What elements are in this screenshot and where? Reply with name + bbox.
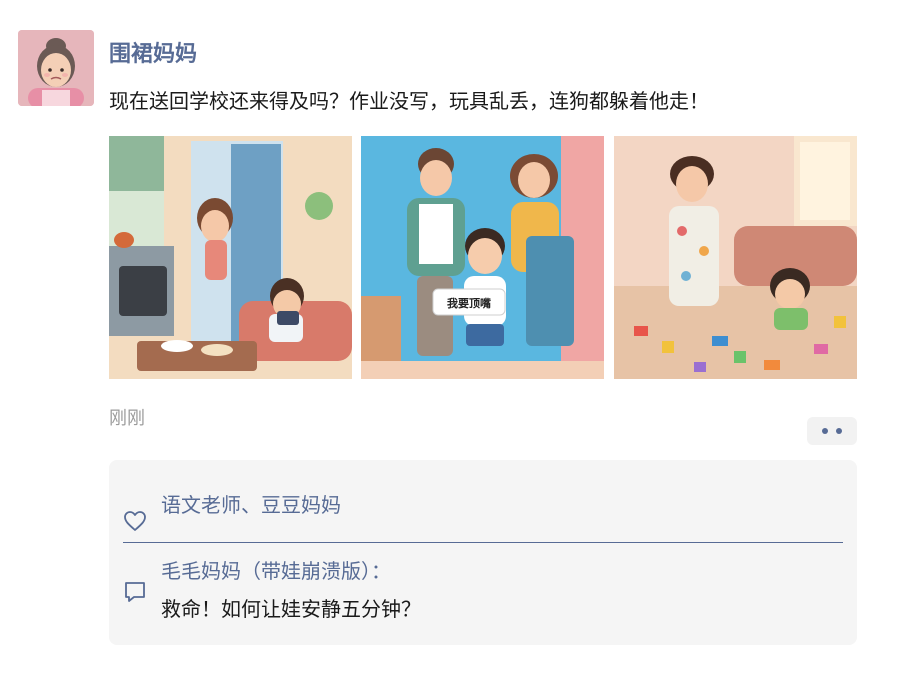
likes-names[interactable]: 语文老师、豆豆妈妈 [161, 490, 341, 520]
speech-bubble-text: 我要顶嘴 [447, 296, 491, 310]
comment-text[interactable]: 救命！如何让娃安静五分钟？ [161, 594, 421, 624]
interaction-panel: 语文老师、豆豆妈妈 毛毛妈妈（带娃崩溃版）： 救命！如何让娃安静五分钟？ [109, 460, 857, 645]
post-image-2[interactable]: 我要顶嘴 [361, 136, 604, 379]
heart-icon [124, 511, 146, 531]
comment-separator: ： [371, 559, 391, 583]
comment-author-name[interactable]: 毛毛妈妈（带娃崩溃版） [161, 559, 371, 583]
comment-icon [125, 582, 145, 602]
post-text: 现在送回学校还来得及吗？作业没写，玩具乱丢，连狗都躲着他走！ [109, 89, 709, 113]
avatar[interactable] [18, 30, 94, 106]
post-author[interactable]: 围裙妈妈 [109, 38, 197, 72]
more-dots-icon[interactable] [807, 417, 857, 445]
post-image-1[interactable] [109, 136, 352, 379]
post-timestamp: 刚刚 [109, 408, 145, 429]
grandma-avatar-icon [18, 30, 94, 106]
dot [836, 428, 842, 434]
dot [822, 428, 828, 434]
comment-author[interactable]: 毛毛妈妈（带娃崩溃版）： [161, 556, 391, 586]
likes-row: 语文老师、豆豆妈妈 [109, 488, 857, 531]
post-image-3[interactable] [614, 136, 857, 379]
divider [123, 542, 843, 543]
